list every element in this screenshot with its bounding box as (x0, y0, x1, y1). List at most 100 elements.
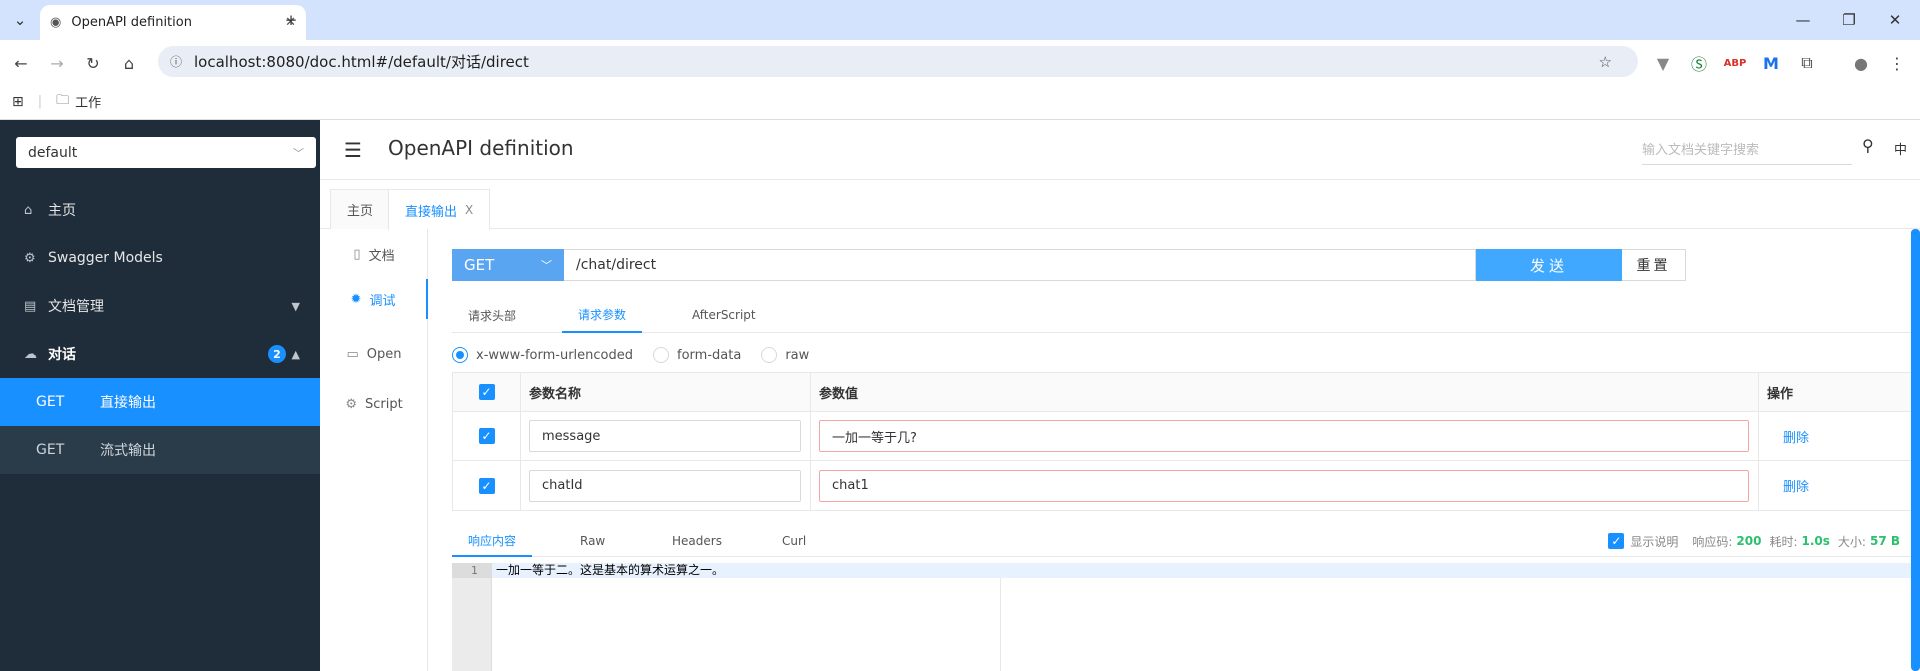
tab-request-params[interactable]: 请求参数 (562, 297, 643, 333)
tab-direct-output[interactable]: 直接输出 X (388, 189, 491, 230)
delete-link[interactable]: 删除 (1783, 427, 1809, 446)
show-desc-checkbox[interactable]: ✓ (1608, 533, 1625, 549)
browser-tab-strip: ⌄ ◉ OpenAPI definition ✕ + — ❐ ✕ (0, 0, 1920, 40)
address-input[interactable]: ⓘ localhost:8080/doc.html#/default/对话/di… (158, 46, 1638, 77)
status-code-label: 响应码: (1692, 534, 1733, 549)
language-toggle[interactable]: 中 (1894, 139, 1907, 158)
sidebar-item-doc-manage[interactable]: ▤ 文档管理 ▼ (0, 282, 320, 330)
api-method: GET (36, 442, 65, 458)
debug-panel: GET ﹀ /chat/direct 发送 重置 请求头部 请求参数 After… (428, 229, 1920, 671)
chevron-down-icon: ﹀ (541, 259, 552, 272)
menu-label: Open (366, 346, 402, 362)
apps-grid-icon[interactable]: ⊞ (12, 94, 24, 110)
sidebar-item-label: 文档管理 (48, 299, 104, 315)
method-value: GET (464, 256, 495, 274)
home-button-icon[interactable]: ⌂ (118, 52, 140, 74)
app-header: ☰ OpenAPI definition 输入文档关键字搜索 ⚲ 中 (320, 120, 1920, 180)
bookmark-star-icon[interactable]: ☆ (1599, 53, 1612, 71)
menu-debug[interactable]: ✹ 调试 (320, 279, 428, 319)
radio-form-data[interactable] (653, 347, 670, 363)
bookmark-divider: | (37, 94, 43, 109)
script-icon: ⚙ (345, 396, 357, 412)
close-icon[interactable]: X (465, 203, 473, 217)
line-number: 1 (452, 563, 492, 578)
sidebar-item-dialog[interactable]: ☁ 对话 2 ▲ (0, 330, 320, 378)
bookmark-folder-work[interactable]: 工作 (75, 92, 101, 111)
chevron-up-icon: ▲ (291, 347, 300, 361)
tab-response-content[interactable]: 响应内容 (452, 525, 533, 557)
response-editor[interactable]: 1 一加一等于二。这是基本的算术运算之一。 (452, 563, 1912, 671)
delete-link[interactable]: 删除 (1783, 476, 1809, 495)
forward-icon[interactable]: → (46, 52, 68, 74)
close-window-icon[interactable]: ✕ (1872, 8, 1918, 32)
tab-search-icon[interactable]: ⌄ (2, 8, 38, 32)
api-name: 直接输出 (100, 395, 156, 411)
api-item-stream[interactable]: GET 流式输出 (0, 426, 320, 474)
param-value-cell: 一加一等于几? (811, 412, 1759, 460)
browser-tab[interactable]: ◉ OpenAPI definition ✕ (40, 5, 306, 40)
reload-icon[interactable]: ↻ (82, 52, 104, 74)
menu-doc[interactable]: ▯ 文档 (320, 229, 428, 279)
extension-s-icon[interactable]: Ⓢ (1688, 52, 1710, 74)
address-toolbar: ← → ↻ ⌂ ⓘ localhost:8080/doc.html#/defau… (0, 40, 1920, 84)
tab-curl[interactable]: Curl (782, 525, 806, 557)
radio-label: raw (785, 347, 810, 363)
row-checkbox[interactable]: ✓ (478, 428, 495, 444)
extension-vee-icon[interactable]: ▼ (1652, 52, 1674, 74)
tab-headers[interactable]: Headers (672, 525, 722, 557)
send-button[interactable]: 发送 (1476, 249, 1622, 281)
new-tab-icon[interactable]: + (268, 8, 314, 32)
extension-m-icon[interactable]: M (1760, 52, 1782, 74)
param-name-input[interactable]: chatId (529, 469, 801, 502)
tab-after-script[interactable]: AfterScript (692, 297, 756, 333)
tab-raw[interactable]: Raw (580, 525, 605, 557)
status-code-value: 200 (1736, 534, 1762, 548)
profile-avatar-icon[interactable]: ● (1850, 52, 1872, 74)
path-input[interactable]: /chat/direct (564, 249, 1476, 281)
param-name-input[interactable]: message (529, 420, 801, 452)
tab-label: 主页 (347, 204, 374, 219)
group-select[interactable]: default ﹀ (16, 137, 316, 168)
sidebar-item-swagger-models[interactable]: ⚙ Swagger Models (0, 234, 320, 282)
sidebar: default ﹀ ⌂ 主页 ⚙ Swagger Models ▤ 文档管理 ▼… (0, 120, 320, 671)
site-info-icon[interactable]: ⓘ (170, 53, 182, 70)
radio-label: form-data (677, 347, 742, 363)
select-all-checkbox[interactable]: ✓ (478, 384, 495, 400)
page-scrollbar[interactable] (1911, 229, 1920, 671)
menu-collapse-icon[interactable]: ☰ (344, 138, 362, 162)
path-value: /chat/direct (576, 257, 657, 273)
body-type-radios: x-www-form-urlencoded form-data raw (452, 343, 809, 367)
tab-request-headers[interactable]: 请求头部 (468, 297, 516, 333)
doc-tabs: 主页 直接输出 X (320, 181, 1920, 230)
search-icon[interactable]: ⚲ (1862, 136, 1874, 155)
sidebar-item-home[interactable]: ⌂ 主页 (0, 186, 320, 234)
column-header: 参数值 (811, 373, 1759, 411)
extensions-puzzle-icon[interactable]: ⧉ (1796, 52, 1818, 74)
row-checkbox[interactable]: ✓ (478, 477, 495, 494)
models-icon: ⚙ (24, 250, 36, 266)
reset-button[interactable]: 重置 (1622, 249, 1686, 281)
tab-home[interactable]: 主页 (330, 189, 391, 229)
menu-open[interactable]: ▭ Open (320, 329, 428, 379)
radio-raw[interactable] (761, 347, 778, 363)
sidebar-item-label: 主页 (48, 203, 76, 219)
back-icon[interactable]: ← (10, 52, 32, 74)
action-cell: 删除 (1759, 461, 1913, 510)
bug-icon: ✹ (350, 291, 362, 307)
radio-urlencoded[interactable] (452, 347, 468, 363)
row-checkbox-cell: ✓ (453, 461, 521, 510)
param-value-input[interactable]: chat1 (819, 469, 1749, 502)
browser-menu-icon[interactable]: ⋮ (1886, 52, 1908, 74)
sidebar-item-label: 对话 (48, 347, 76, 363)
time-value: 1.0s (1801, 534, 1830, 548)
api-item-direct[interactable]: GET 直接输出 (0, 378, 320, 426)
menu-script[interactable]: ⚙ Script (320, 379, 428, 429)
param-name-cell: chatId (521, 461, 811, 510)
adblock-icon[interactable]: ABP (1724, 52, 1747, 74)
minimize-icon[interactable]: — (1780, 8, 1826, 32)
method-select[interactable]: GET ﹀ (452, 249, 564, 281)
restore-icon[interactable]: ❐ (1826, 8, 1872, 32)
param-value-input[interactable]: 一加一等于几? (819, 420, 1749, 452)
request-url-row: GET ﹀ /chat/direct 发送 重置 (452, 249, 1686, 281)
search-input[interactable]: 输入文档关键字搜索 (1642, 139, 1852, 165)
